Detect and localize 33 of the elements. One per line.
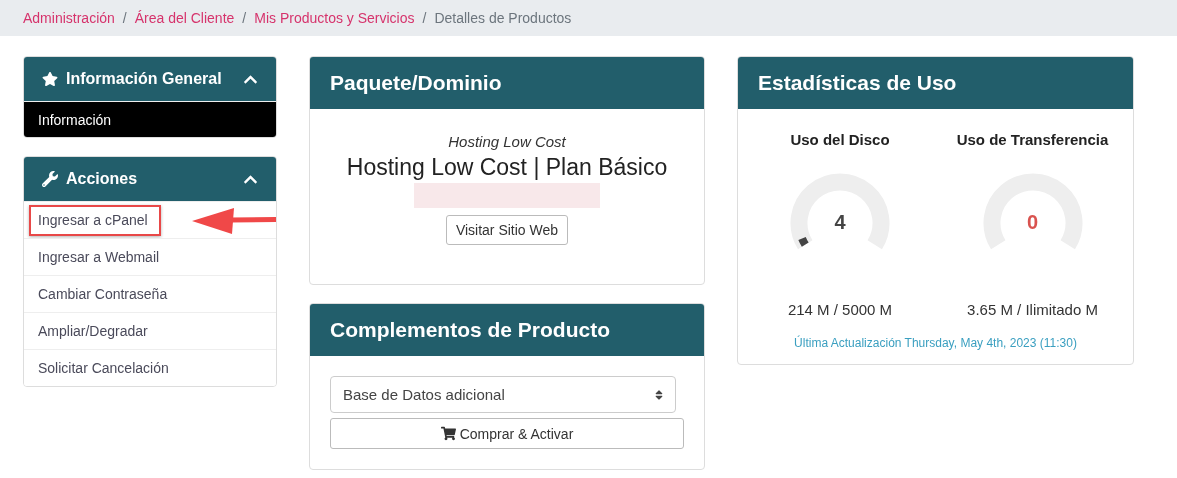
breadcrumb-separator: /	[422, 10, 427, 26]
panel-title: Paquete/Dominio	[310, 57, 704, 109]
usage-reading: 214 M / 5000 M	[787, 301, 893, 318]
panel-title: Acciones	[66, 170, 139, 188]
breadcrumb-current: Detalles de Productos	[434, 10, 572, 26]
sort-icon	[653, 388, 665, 401]
gauge-value: 4	[833, 211, 847, 234]
star-icon	[42, 71, 58, 87]
breadcrumb-link[interactable]: Mis Productos y Servicios	[254, 10, 415, 26]
wrench-icon	[42, 171, 58, 187]
panel-title: Estadísticas de Uso	[738, 57, 1133, 109]
gauge-label: Uso de Transferencia	[956, 131, 1109, 148]
gauge-value: 0	[1025, 211, 1040, 234]
product-name: Hosting Low Cost | Plan Básico	[346, 154, 668, 181]
breadcrumb-separator: /	[122, 10, 127, 26]
last-updated-text: Última Actualización Thursday, May 4th, 2023 (11:30)	[794, 336, 1077, 350]
sidebar-item[interactable]: Ingresar a cPanel	[24, 201, 276, 238]
sidebar-item[interactable]: Información	[24, 101, 276, 137]
buy-activate-button[interactable]: Comprar & Activar	[330, 418, 684, 449]
breadcrumb-link[interactable]: Administración	[23, 10, 115, 26]
panel-header[interactable]: Información General	[24, 57, 276, 101]
panel-header[interactable]: Acciones	[24, 157, 276, 201]
panel-title: Información General	[66, 70, 223, 88]
sidebar-item[interactable]: Solicitar Cancelación	[24, 349, 276, 386]
addon-select[interactable]: Base de Datos adicional	[330, 376, 676, 414]
breadcrumb-link[interactable]: Área del Cliente	[134, 10, 235, 26]
panel-title: Complementos de Producto	[310, 304, 704, 356]
visit-website-button[interactable]: Visitar Sitio Web	[445, 215, 569, 245]
product-group: Hosting Low Cost	[448, 133, 566, 150]
cart-icon	[440, 426, 456, 442]
usage-reading: 3.65 M / Ilimitado M	[967, 301, 1098, 318]
breadcrumb-separator: /	[242, 10, 247, 26]
gauge-label: Uso del Disco	[790, 131, 890, 148]
